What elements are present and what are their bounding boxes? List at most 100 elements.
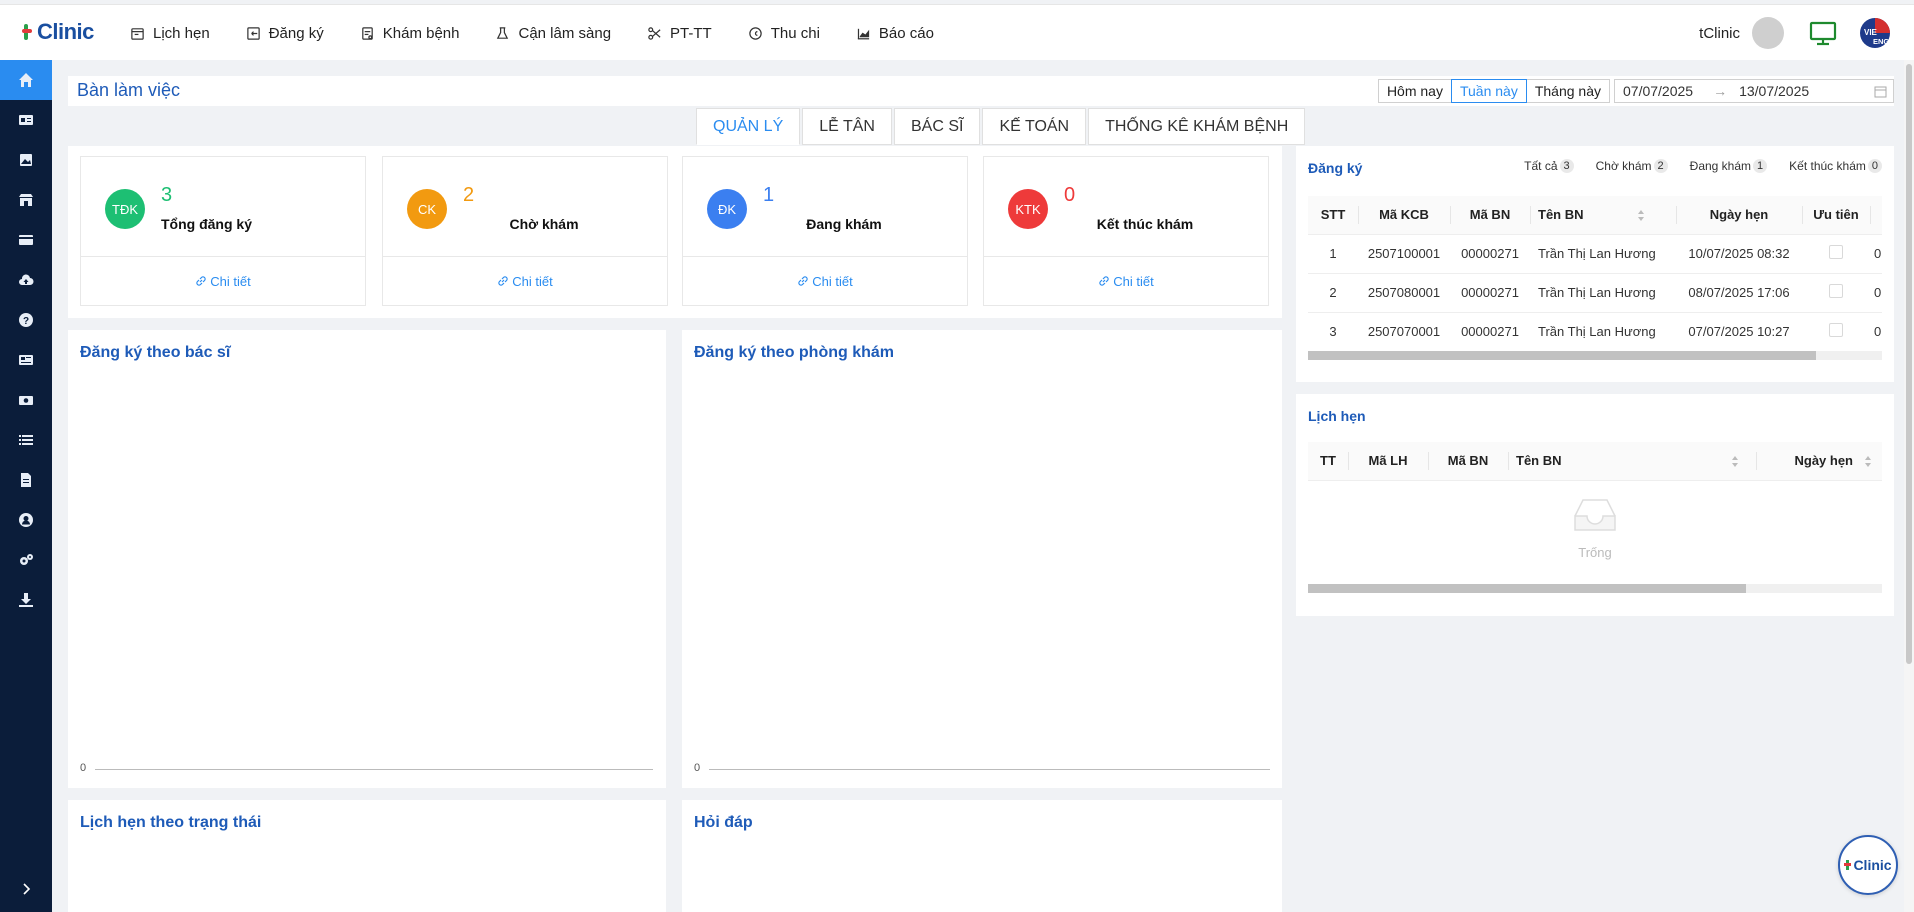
- date-range-picker[interactable]: 07/07/2025 → 13/07/2025: [1614, 79, 1894, 103]
- sidebar-item-help[interactable]: ?: [0, 300, 52, 340]
- link-icon: [798, 276, 808, 286]
- monitor-icon[interactable]: [1808, 18, 1838, 48]
- sidebar-item-users[interactable]: [0, 500, 52, 540]
- app-logo[interactable]: Clinic: [22, 19, 94, 45]
- tab-doctor[interactable]: BÁC SĨ: [893, 108, 981, 145]
- col-ten-bn[interactable]: Tên BN: [1530, 196, 1676, 235]
- filter-waiting[interactable]: Chờ khám 2: [1596, 159, 1668, 173]
- col-ngay-hen[interactable]: Ngày hẹn: [1676, 196, 1802, 235]
- col-ma-lh[interactable]: Mã LH: [1348, 442, 1428, 481]
- sort-icon[interactable]: [1637, 209, 1645, 222]
- settings-icon: [20, 554, 33, 565]
- nav-label: Thu chi: [770, 24, 820, 42]
- date-to[interactable]: 13/07/2025: [1739, 83, 1809, 99]
- nav-item-register[interactable]: Đăng ký: [246, 25, 324, 42]
- tab-management[interactable]: QUẢN LÝ: [696, 108, 801, 145]
- sidebar-item-cash[interactable]: [0, 380, 52, 420]
- scrollbar-thumb[interactable]: [1308, 351, 1816, 360]
- range-today-button[interactable]: Hôm nay: [1377, 79, 1452, 103]
- sidebar-item-upload[interactable]: [0, 260, 52, 300]
- sidebar-expand-button[interactable]: [0, 866, 52, 912]
- priority-checkbox[interactable]: [1829, 284, 1843, 298]
- empty-text: Trống: [1578, 545, 1612, 560]
- sidebar-item-cards[interactable]: [0, 220, 52, 260]
- filter-finished[interactable]: Kết thúc khám 0: [1789, 159, 1882, 173]
- nav-item-surgery[interactable]: PT-TT: [647, 25, 712, 42]
- sidebar-item-documents[interactable]: [0, 460, 52, 500]
- col-uu-tien[interactable]: Ưu tiên: [1802, 196, 1870, 235]
- empty-state: Trống: [1308, 494, 1882, 560]
- date-from[interactable]: 07/07/2025: [1623, 83, 1693, 99]
- sidebar-item-news[interactable]: [0, 340, 52, 380]
- detail-link[interactable]: Chi tiết: [683, 257, 967, 305]
- horizontal-scrollbar[interactable]: [1308, 584, 1882, 593]
- panel-registrations-by-room: Đăng ký theo phòng khám 0: [682, 330, 1282, 788]
- language-flag-icon[interactable]: VIE ENG: [1858, 16, 1892, 50]
- dashboard-tabs: QUẢN LÝ LỄ TÂN BÁC SĨ KẾ TOÁN THỐNG KÊ K…: [696, 108, 1307, 145]
- col-ma-bn[interactable]: Mã BN: [1450, 196, 1530, 235]
- username: tClinic: [1699, 24, 1740, 42]
- sidebar-item-settings[interactable]: [0, 540, 52, 580]
- page-scrollbar[interactable]: [1904, 60, 1914, 912]
- sidebar-item-store[interactable]: [0, 180, 52, 220]
- nav-label: Đăng ký: [268, 24, 324, 42]
- nav-item-examination[interactable]: Khám bệnh: [360, 25, 459, 42]
- detail-link[interactable]: Chi tiết: [81, 257, 365, 305]
- help-icon: ?: [19, 313, 33, 327]
- sort-icon[interactable]: [1865, 455, 1872, 468]
- top-navbar: Clinic Lịch hẹn Đăng ký Khám bệnh Cận lâ…: [0, 4, 1914, 60]
- page-title: Bàn làm việc: [77, 80, 181, 100]
- filter-in-progress[interactable]: Đang khám 1: [1690, 159, 1768, 173]
- sidebar-item-download[interactable]: [0, 580, 52, 620]
- nav-label: PT-TT: [670, 24, 712, 42]
- panel-title: Đăng ký theo phòng khám: [694, 344, 895, 361]
- tab-reception[interactable]: LỄ TÂN: [802, 108, 892, 145]
- col-ngay-hen[interactable]: Ngày hẹn: [1756, 442, 1882, 481]
- filter-all[interactable]: Tất cả 3: [1524, 159, 1574, 173]
- cash-icon: [19, 396, 33, 405]
- range-month-button[interactable]: Tháng này: [1525, 79, 1610, 103]
- sidebar-item-patients[interactable]: [0, 100, 52, 140]
- range-week-button[interactable]: Tuần này: [1450, 79, 1527, 103]
- col-ma-kcb[interactable]: Mã KCB: [1358, 196, 1450, 235]
- scrollbar-thumb[interactable]: [1308, 584, 1746, 593]
- cell-extra: 0: [1870, 312, 1882, 352]
- table-row[interactable]: 1 2507100001 00000271 Trần Thị Lan Hương…: [1308, 234, 1882, 274]
- nav-item-appointments[interactable]: Lịch hẹn: [130, 25, 210, 42]
- sort-icon[interactable]: [1731, 455, 1739, 468]
- detail-link[interactable]: Chi tiết: [984, 257, 1268, 305]
- cell-ma-kcb: 2507080001: [1358, 273, 1450, 313]
- page-scrollbar-thumb[interactable]: [1906, 64, 1912, 664]
- priority-checkbox[interactable]: [1829, 323, 1843, 337]
- table-header-row: TT Mã LH Mã BN Tên BN Ngày hẹn: [1308, 442, 1882, 481]
- tab-exam-statistics[interactable]: THỐNG KÊ KHÁM BỆNH: [1088, 108, 1306, 145]
- cell-ma-bn: 00000271: [1450, 234, 1530, 274]
- horizontal-scrollbar[interactable]: [1308, 351, 1882, 360]
- col-tt[interactable]: TT: [1308, 442, 1348, 481]
- detail-link[interactable]: Chi tiết: [383, 257, 667, 305]
- nav-item-paraclinical[interactable]: Cận lâm sàng: [495, 25, 611, 42]
- nav-item-finance[interactable]: Thu chi: [748, 25, 820, 42]
- col-stt[interactable]: STT: [1308, 196, 1358, 235]
- user-area: tClinic VIE ENG: [1699, 5, 1914, 61]
- nav-item-reports[interactable]: Báo cáo: [856, 25, 934, 42]
- panel-title: Đăng ký theo bác sĩ: [80, 344, 231, 361]
- col-label: Tên BN: [1516, 453, 1562, 469]
- tab-accounting[interactable]: KẾ TOÁN: [982, 108, 1087, 145]
- detail-link-label: Chi tiết: [812, 273, 853, 289]
- panel-appointments-by-status: Lịch hẹn theo trạng thái: [68, 800, 666, 912]
- appointments-table-wrap: TT Mã LH Mã BN Tên BN Ngày hẹn: [1308, 442, 1882, 481]
- table-row[interactable]: 2 2507080001 00000271 Trần Thị Lan Hương…: [1308, 273, 1882, 313]
- col-ma-bn[interactable]: Mã BN: [1428, 442, 1508, 481]
- floating-clinic-button[interactable]: Clinic: [1838, 835, 1898, 895]
- registrations-panel: Đăng ký Tất cả 3 Chờ khám 2 Đang khám 1 Kết…: [1296, 146, 1894, 382]
- table-row[interactable]: 3 2507070001 00000271 Trần Thị Lan Hương…: [1308, 312, 1882, 352]
- sidebar-item-images[interactable]: [0, 140, 52, 180]
- col-label: Ngày hẹn: [1794, 453, 1853, 469]
- avatar[interactable]: [1752, 17, 1784, 49]
- col-ten-bn[interactable]: Tên BN: [1508, 442, 1756, 481]
- sidebar-item-list[interactable]: [0, 420, 52, 460]
- count-badge: 0: [1867, 159, 1882, 173]
- priority-checkbox[interactable]: [1829, 245, 1843, 259]
- sidebar-item-home[interactable]: [0, 60, 52, 100]
